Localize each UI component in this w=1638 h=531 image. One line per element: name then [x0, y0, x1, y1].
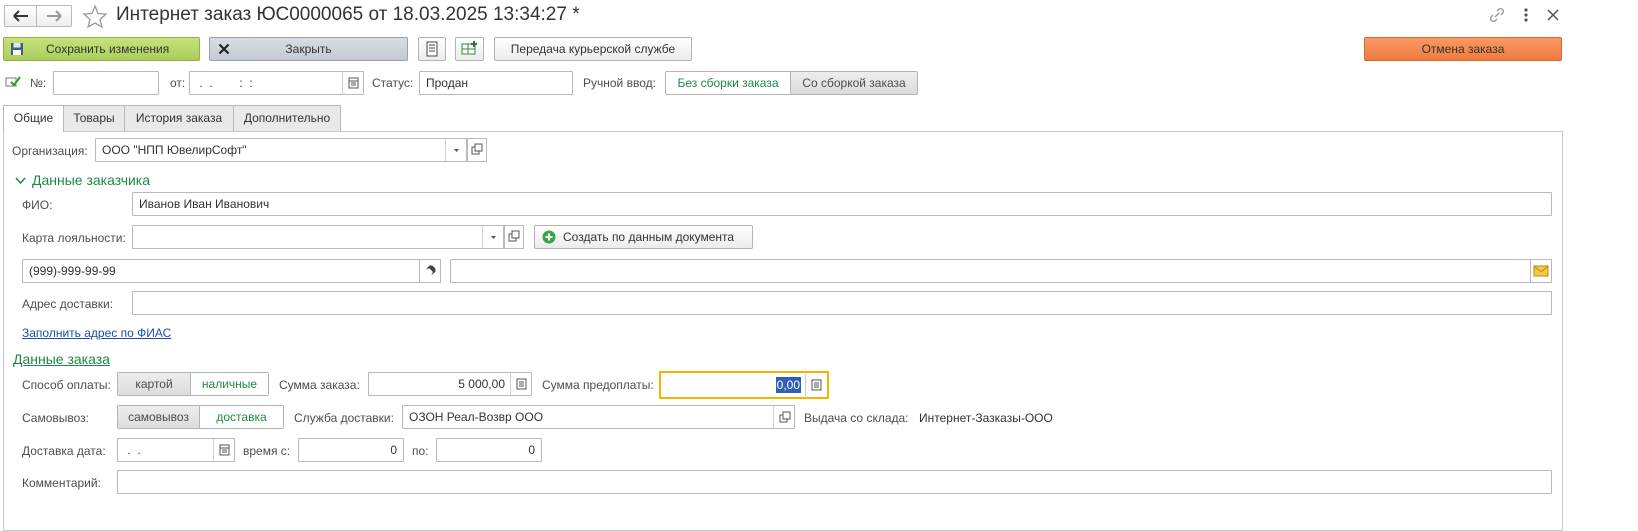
- warehouse-value: Интернет-Зазказы-ООО: [919, 411, 1053, 425]
- delivery-service-field[interactable]: ОЗОН Реал-Возвр ООО: [402, 405, 795, 429]
- create-from-document-button[interactable]: Создать по данным документа: [534, 225, 753, 249]
- delivery-address-field[interactable]: [132, 291, 1552, 315]
- payment-method-toggle[interactable]: картой наличные: [117, 372, 269, 396]
- prepayment-label: Сумма предоплаты:: [542, 378, 654, 392]
- organization-open-button[interactable]: [467, 138, 487, 162]
- manual-input-label: Ручной ввод:: [583, 76, 656, 90]
- calculator-icon[interactable]: [805, 374, 827, 396]
- number-field[interactable]: [53, 71, 159, 95]
- loyalty-card-label: Карта лояльности:: [22, 231, 126, 245]
- pickup-option-self[interactable]: самовывоз: [118, 406, 201, 428]
- create-from-document-label: Создать по данным документа: [563, 230, 735, 244]
- comment-field[interactable]: [117, 470, 1552, 494]
- arrow-right-icon: [47, 10, 62, 22]
- email-field[interactable]: [450, 259, 1552, 283]
- delivery-service-open-button[interactable]: [773, 406, 795, 428]
- cancel-order-button[interactable]: Отмена заказа: [1364, 37, 1562, 61]
- close-button-label: Закрыть: [285, 42, 332, 56]
- structure-button[interactable]: [455, 37, 484, 61]
- delivery-service-label: Служба доставки:: [294, 411, 394, 425]
- payment-method-label: Способ оплаты:: [22, 378, 111, 392]
- phone-icon: [426, 265, 436, 275]
- floppy-disk-icon: [10, 42, 24, 56]
- tab-additional[interactable]: Дополнительно: [233, 105, 341, 131]
- courier-transfer-button[interactable]: Передача курьерской службе: [494, 37, 692, 61]
- phone-call-button[interactable]: [419, 259, 441, 283]
- open-window-icon: [508, 230, 520, 242]
- close-button[interactable]: Закрыть: [209, 37, 408, 61]
- order-sum-field[interactable]: 5 000,00: [368, 372, 532, 396]
- pickup-option-delivery[interactable]: доставка: [200, 406, 283, 428]
- chevron-down-icon: [491, 236, 496, 239]
- envelope-icon: [1533, 265, 1549, 277]
- courier-transfer-label: Передача курьерской службе: [510, 42, 676, 56]
- fio-field[interactable]: Иванов Иван Иванович: [132, 192, 1552, 216]
- payment-option-card[interactable]: картой: [118, 373, 192, 395]
- tab-general[interactable]: Общие: [3, 105, 64, 132]
- loyalty-card-open-button[interactable]: [504, 225, 524, 249]
- posted-check-icon: [5, 75, 21, 89]
- comment-label: Комментарий:: [22, 476, 101, 490]
- tab-goods[interactable]: Товары: [63, 105, 125, 131]
- date-field[interactable]: . . : :: [189, 71, 364, 95]
- close-window-icon[interactable]: [1544, 6, 1562, 24]
- payment-option-cash[interactable]: наличные: [191, 373, 268, 395]
- save-button-label: Сохранить изменения: [46, 42, 170, 56]
- order-section-title[interactable]: Данные заказа: [13, 351, 110, 367]
- calendar-icon[interactable]: [213, 439, 235, 461]
- delivery-address-label: Адрес доставки:: [22, 297, 114, 311]
- chevron-down-icon: [15, 177, 26, 185]
- close-x-icon: [218, 43, 230, 55]
- warehouse-label: Выдача со склада:: [804, 411, 909, 425]
- more-menu-icon[interactable]: [1518, 6, 1534, 24]
- calendar-icon[interactable]: [342, 72, 364, 94]
- arrow-left-icon: [13, 10, 28, 22]
- forward-button[interactable]: [36, 5, 72, 27]
- prepayment-value: 0,00: [775, 377, 801, 393]
- status-label: Статус:: [372, 76, 414, 90]
- date-from-label: от:: [170, 76, 186, 90]
- loyalty-card-dropdown[interactable]: [482, 226, 503, 248]
- customer-section-title: Данные заказчика: [32, 172, 151, 188]
- manual-option-no-assembly[interactable]: Без сборки заказа: [666, 72, 792, 94]
- time-to-field[interactable]: 0: [436, 438, 542, 462]
- tab-order-history[interactable]: История заказа: [124, 105, 234, 131]
- organization-label: Организация:: [12, 144, 88, 158]
- time-from-label: время с:: [243, 444, 291, 458]
- manual-input-toggle[interactable]: Без сборки заказа Со сборкой заказа: [665, 71, 918, 95]
- report-button[interactable]: [418, 37, 446, 61]
- window-title: Интернет заказ ЮС0000065 от 18.03.2025 1…: [116, 4, 580, 25]
- pickup-label: Самовывоз:: [22, 411, 90, 425]
- pickup-toggle[interactable]: самовывоз доставка: [117, 405, 284, 429]
- fill-address-fias-link[interactable]: Заполнить адрес по ФИАС: [22, 326, 171, 340]
- order-sum-label: Сумма заказа:: [279, 378, 360, 392]
- delivery-date-label: Доставка дата:: [22, 444, 106, 458]
- loyalty-card-field[interactable]: [132, 225, 504, 249]
- plus-circle-icon: [542, 230, 556, 244]
- open-window-icon: [471, 143, 483, 155]
- calculator-icon[interactable]: [510, 373, 532, 395]
- status-field: Продан: [419, 71, 573, 95]
- organization-dropdown[interactable]: [445, 139, 466, 161]
- document-report-icon: [426, 41, 438, 57]
- fio-label: ФИО:: [22, 198, 53, 212]
- time-to-label: по:: [412, 444, 429, 458]
- favorite-star-icon[interactable]: [82, 4, 108, 28]
- email-send-button[interactable]: [1530, 259, 1552, 283]
- back-button[interactable]: [4, 5, 37, 27]
- number-label: №:: [30, 76, 47, 90]
- save-button[interactable]: Сохранить изменения: [3, 37, 200, 61]
- cancel-order-label: Отмена заказа: [1421, 42, 1505, 56]
- organization-field[interactable]: ООО "НПП ЮвелирСофт": [95, 138, 467, 162]
- table-plus-icon: [461, 41, 477, 55]
- manual-option-with-assembly[interactable]: Со сборкой заказа: [791, 72, 917, 94]
- time-from-field[interactable]: 0: [298, 438, 404, 462]
- phone-field[interactable]: (999)-999-99-99: [22, 259, 441, 283]
- link-icon[interactable]: [1488, 6, 1506, 24]
- prepayment-field[interactable]: 0,00: [659, 371, 829, 399]
- chevron-down-icon: [454, 149, 459, 152]
- open-window-icon: [779, 411, 791, 423]
